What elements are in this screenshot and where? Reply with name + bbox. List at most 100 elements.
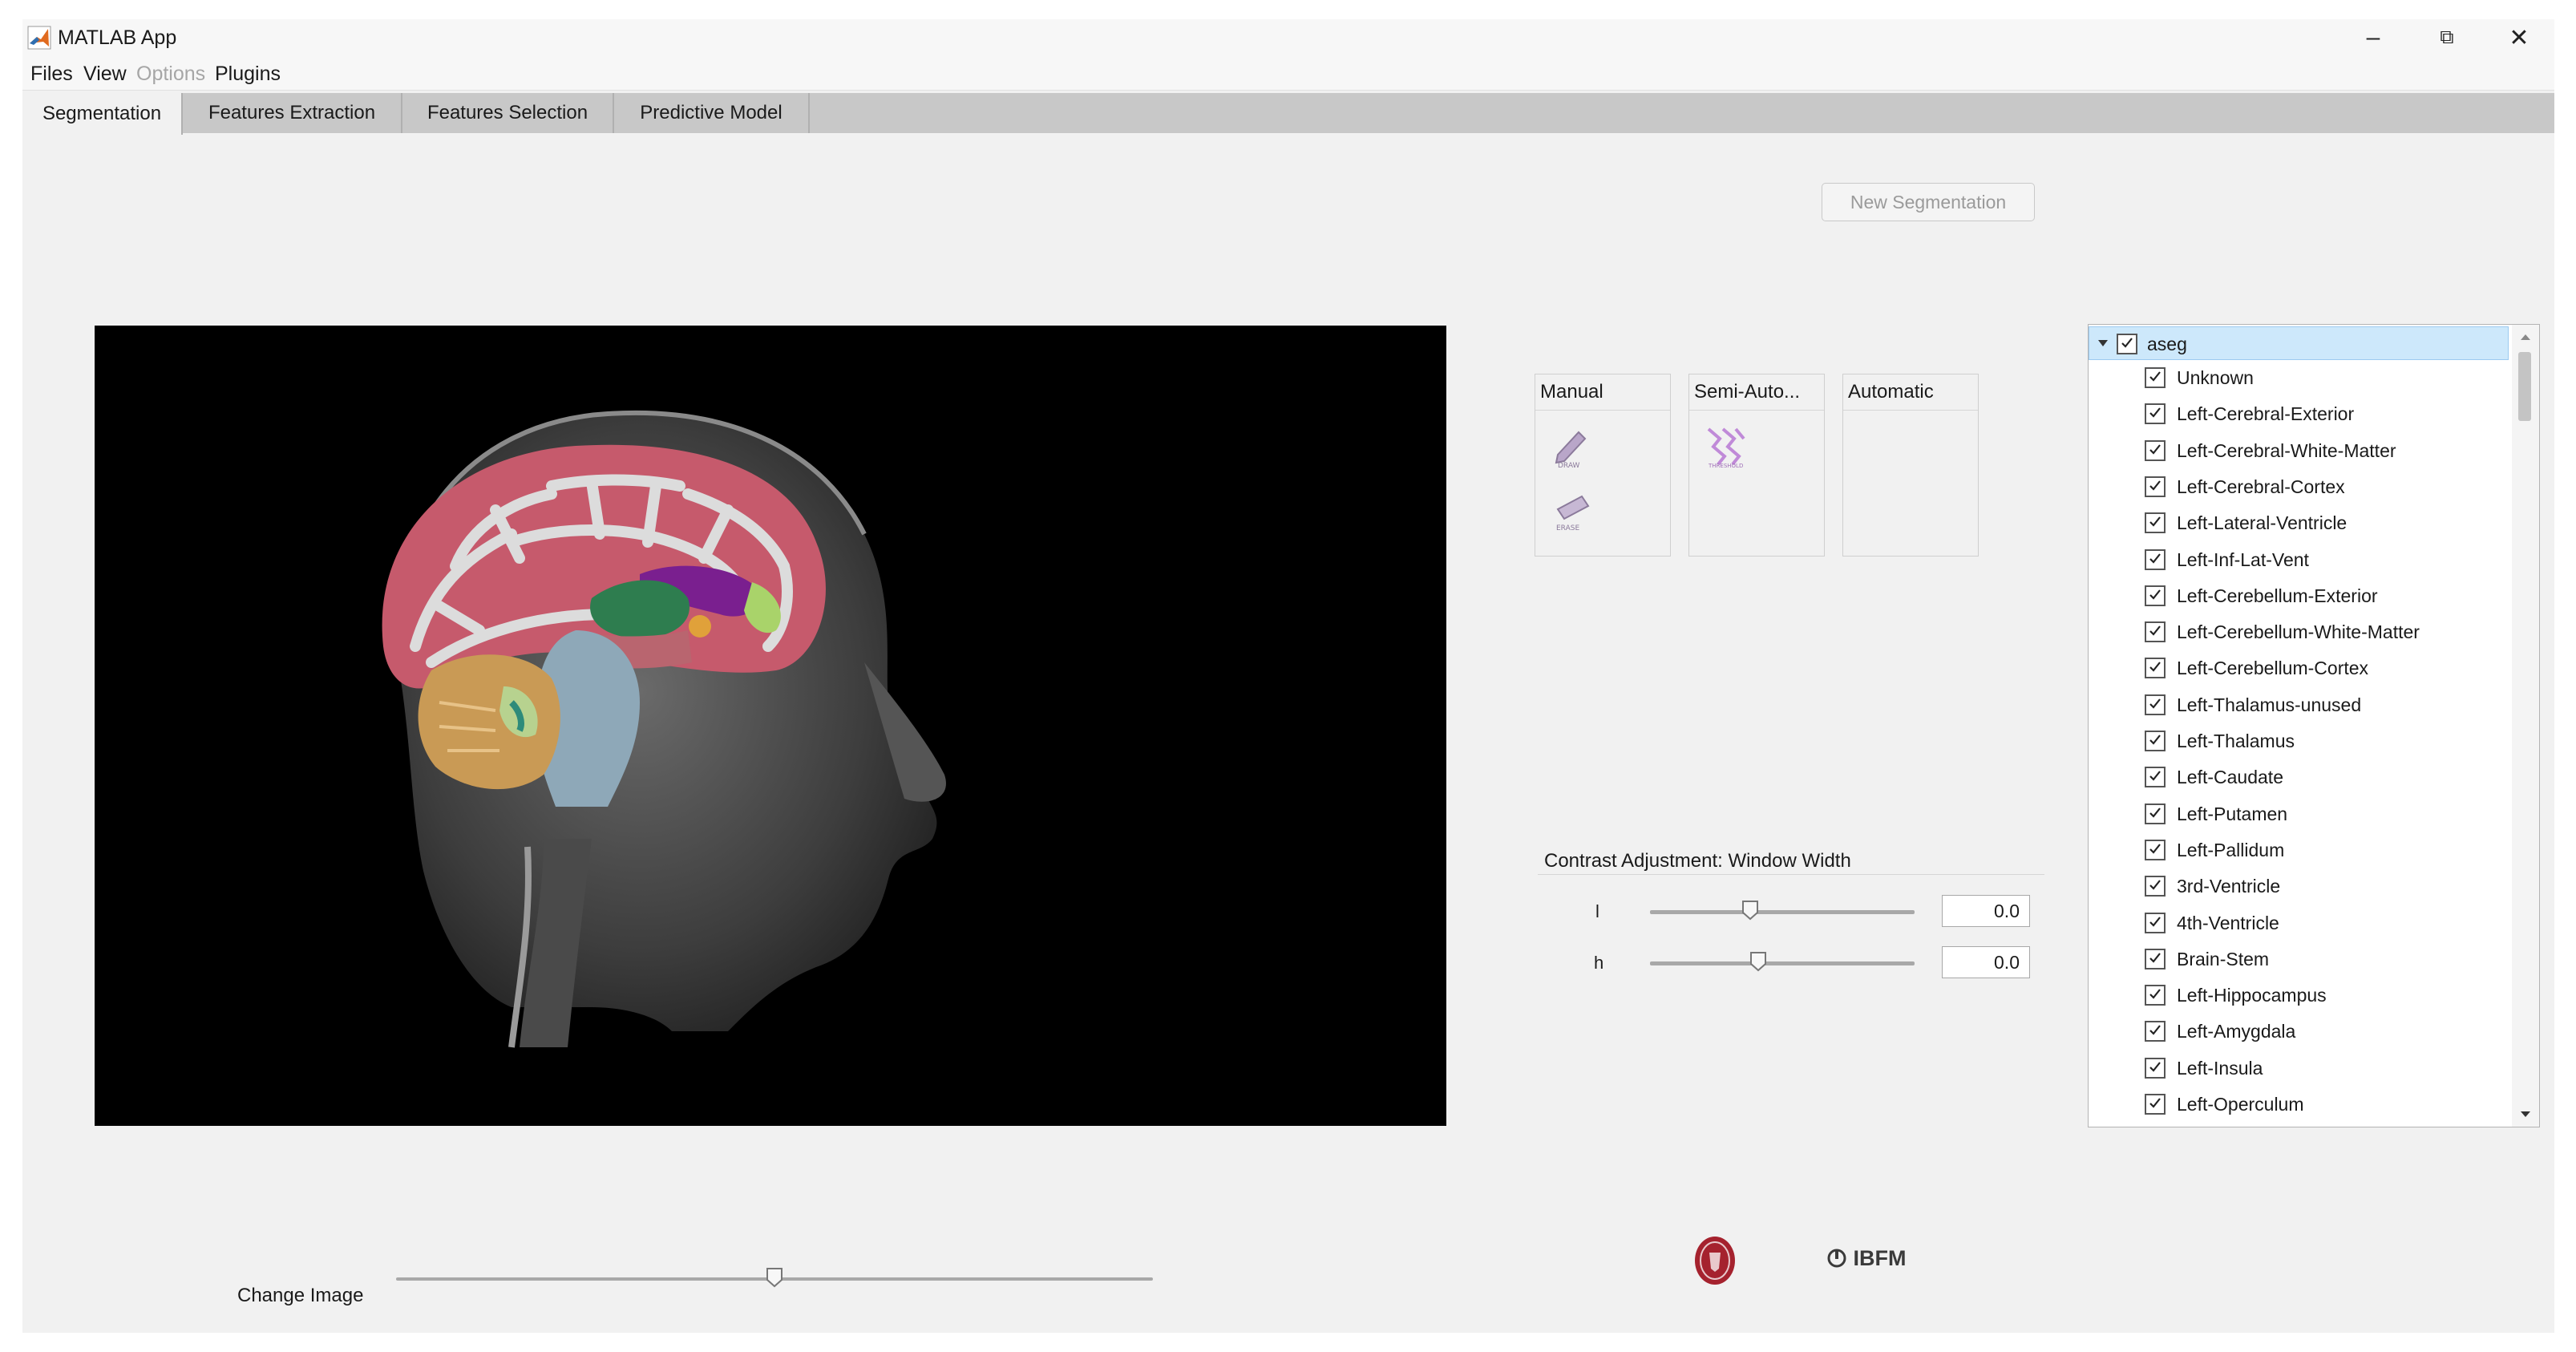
check-icon [2149, 771, 2161, 781]
tab-predictive-model[interactable]: Predictive Model [614, 93, 810, 133]
automatic-tools-title: Automatic [1848, 381, 1934, 403]
check-icon [2149, 1025, 2161, 1036]
panel-divider [1689, 410, 1824, 411]
label-checkbox[interactable] [2145, 694, 2166, 715]
scroll-down-icon[interactable] [2520, 1111, 2531, 1119]
high-value-field[interactable]: 0.0 [1942, 946, 2030, 978]
tree-item[interactable]: Left-Amygdala [2089, 1014, 2505, 1050]
tree-item[interactable]: Brain-Stem [2089, 941, 2505, 978]
tree-item[interactable]: Left-Putamen [2089, 796, 2505, 832]
tree-item[interactable]: Left-Inf-Lat-Vent [2089, 542, 2505, 578]
high-slider-thumb[interactable] [1749, 951, 1767, 972]
tree-item[interactable]: Left-Cerebellum-Cortex [2089, 650, 2505, 686]
tree-item-label: Left-Hippocampus [2177, 985, 2327, 1006]
tab-features-extraction[interactable]: Features Extraction [183, 93, 402, 133]
scroll-up-icon[interactable] [2520, 333, 2531, 341]
change-image-slider-thumb[interactable] [766, 1267, 783, 1288]
label-checkbox[interactable] [2145, 548, 2166, 570]
label-checkbox[interactable] [2145, 731, 2166, 751]
label-checkbox[interactable] [2145, 803, 2166, 824]
tree-item[interactable]: Left-Operculum [2089, 1087, 2505, 1123]
label-checkbox[interactable] [2145, 658, 2166, 679]
label-checkbox[interactable] [2145, 876, 2166, 897]
root-checkbox[interactable] [2117, 334, 2137, 354]
tree-item[interactable]: Left-Insula [2089, 1050, 2505, 1087]
tree-item[interactable]: Left-Thalamus-unused [2089, 687, 2505, 723]
tree-item[interactable]: Left-Cerebral-White-Matter [2089, 433, 2505, 469]
label-checkbox[interactable] [2145, 512, 2166, 534]
manual-tools-title: Manual [1540, 381, 1603, 403]
tree-item-label: Left-Operculum [2177, 1094, 2304, 1115]
tree-item[interactable]: Left-Cerebral-Exterior [2089, 396, 2505, 432]
minimize-icon: – [2366, 24, 2380, 51]
tree-item[interactable]: Left-Cerebral-Cortex [2089, 469, 2505, 505]
erase-label: ERASE [1556, 524, 1579, 532]
title-bar: MATLAB App – ⧉ ✕ [22, 19, 2554, 56]
restore-button[interactable]: ⧉ [2412, 19, 2482, 56]
tree-item[interactable]: Left-Lateral-Ventricle [2089, 505, 2505, 541]
check-icon [2149, 407, 2161, 418]
tree-item[interactable]: Left-Cerebellum-Exterior [2089, 578, 2505, 614]
tree-item-label: Left-Thalamus [2177, 731, 2295, 751]
expand-arrow-icon[interactable] [2097, 338, 2109, 348]
threshold-icon[interactable]: THRESHOLD [1704, 424, 1749, 469]
label-checkbox[interactable] [2145, 403, 2166, 425]
low-slider-thumb[interactable] [1741, 900, 1759, 921]
menu-plugins[interactable]: Plugins [215, 63, 281, 86]
draw-pencil-icon[interactable]: DRAW [1550, 424, 1595, 469]
tree-item[interactable]: Left-Pallidum [2089, 832, 2505, 868]
tree-item-label: Left-Caudate [2177, 767, 2283, 788]
check-icon [2121, 338, 2133, 348]
minimize-button[interactable]: – [2338, 19, 2408, 56]
menu-view[interactable]: View [83, 63, 127, 86]
tree-item-label: Left-Cerebral-White-Matter [2177, 439, 2396, 461]
tree-item[interactable]: 3rd-Ventricle [2089, 868, 2505, 905]
check-icon [2149, 625, 2161, 636]
low-slider-track[interactable] [1650, 910, 1915, 914]
tree-item[interactable]: Left-Cerebellum-White-Matter [2089, 614, 2505, 650]
label-checkbox[interactable] [2145, 912, 2166, 933]
check-icon [2149, 953, 2161, 963]
low-value-field[interactable]: 0.0 [1942, 895, 2030, 927]
label-tree[interactable]: aseg Unknown Left-Cerebral-Exterior Left-C… [2088, 324, 2540, 1127]
label-checkbox[interactable] [2145, 948, 2166, 969]
tree-item-label: Left-Cerebral-Cortex [2177, 476, 2345, 497]
check-icon [2149, 807, 2161, 818]
low-slider-label: l [1595, 901, 1599, 921]
draw-label: DRAW [1558, 462, 1579, 469]
label-checkbox[interactable] [2145, 621, 2166, 643]
tab-segmentation[interactable]: Segmentation [22, 93, 183, 135]
semi-auto-tools-title: Semi-Auto... [1694, 381, 1801, 403]
erase-eraser-icon[interactable]: ERASE [1550, 490, 1595, 535]
label-checkbox[interactable] [2145, 476, 2166, 497]
tree-item-label: Left-Cerebral-Exterior [2177, 403, 2355, 425]
tree-item[interactable]: Left-Caudate [2089, 759, 2505, 795]
label-checkbox[interactable] [2145, 1057, 2166, 1079]
label-checkbox[interactable] [2145, 1094, 2166, 1115]
label-checkbox[interactable] [2145, 367, 2166, 388]
new-segmentation-button: New Segmentation [1822, 183, 2035, 221]
menu-files[interactable]: Files [30, 63, 73, 86]
label-checkbox[interactable] [2145, 439, 2166, 461]
close-button[interactable]: ✕ [2484, 19, 2554, 56]
image-viewer[interactable] [95, 326, 1446, 1126]
tree-item[interactable]: 4th-Ventricle [2089, 905, 2505, 941]
ibfm-mark-icon [1827, 1249, 1846, 1268]
scrollbar-thumb[interactable] [2518, 352, 2531, 421]
label-checkbox[interactable] [2145, 985, 2166, 1006]
tree-item[interactable]: Left-Thalamus [2089, 723, 2505, 759]
label-checkbox[interactable] [2145, 1021, 2166, 1042]
tree-item-label: Left-Thalamus-unused [2177, 694, 2362, 715]
label-checkbox[interactable] [2145, 767, 2166, 788]
check-icon [2149, 443, 2161, 455]
tab-features-selection[interactable]: Features Selection [402, 93, 614, 133]
label-checkbox[interactable] [2145, 839, 2166, 860]
tree-item-label: Left-Insula [2177, 1057, 2263, 1079]
tree-root-row[interactable]: aseg [2089, 326, 2509, 360]
tree-item[interactable]: Unknown [2089, 360, 2505, 396]
label-checkbox[interactable] [2145, 585, 2166, 606]
high-slider-track[interactable] [1650, 961, 1915, 965]
tree-item[interactable]: Left-Hippocampus [2089, 978, 2505, 1014]
university-seal-logo [1695, 1237, 1735, 1285]
tree-scrollbar[interactable] [2512, 325, 2539, 1127]
